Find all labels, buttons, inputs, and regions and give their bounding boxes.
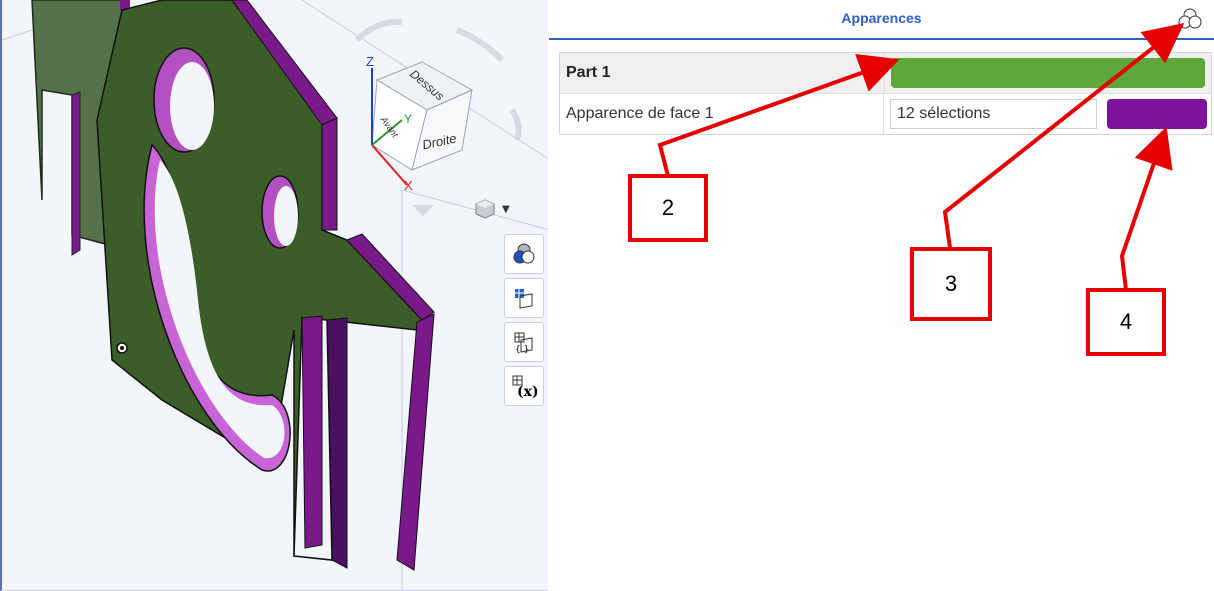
table-row[interactable]: Apparence de face 1 12 sélections	[560, 94, 1211, 134]
part-color-swatch[interactable]	[891, 58, 1205, 88]
face-color-swatch[interactable]	[1107, 99, 1207, 129]
table-row[interactable]: Part 1	[560, 53, 1211, 94]
3d-viewport[interactable]: Z X Y Dessus Avant Droite ▼ {} (x)	[0, 0, 548, 591]
axis-y-label: Y	[404, 112, 413, 126]
named-views-icon: { }	[514, 332, 533, 354]
add-appearance-button[interactable]	[1174, 7, 1202, 33]
axis-x-label: X	[404, 178, 413, 193]
appearance-table: Part 1 Apparence de face 1 12 sélections	[559, 52, 1212, 135]
axis-z-label: Z	[366, 54, 374, 69]
callout-4: 4	[1086, 288, 1166, 356]
variables-icon: (x)	[512, 375, 537, 398]
svg-text:{ }: { }	[515, 345, 529, 354]
face-appearance-name: Apparence de face 1	[560, 94, 884, 134]
panel-header: Apparences	[549, 0, 1214, 40]
variables-button[interactable]: (x)	[504, 366, 544, 406]
selection-field[interactable]: 12 sélections	[889, 99, 1098, 129]
appearance-panel-button[interactable]	[504, 234, 544, 274]
part-name: Part 1	[560, 53, 885, 93]
part-plate	[96, 0, 423, 561]
chevron-down-icon: ▼	[502, 203, 510, 215]
part-render	[2, 0, 548, 590]
panel-title: Apparences	[841, 10, 922, 26]
named-views-button[interactable]: { }	[504, 322, 544, 362]
section-view-icon	[515, 289, 533, 309]
callout-2: 2	[628, 174, 708, 242]
add-appearance-icon	[1176, 8, 1202, 31]
callout-3: 3	[910, 247, 992, 321]
section-view-button[interactable]	[504, 278, 544, 318]
view-mode-dropdown[interactable]: ▼	[474, 196, 522, 222]
svg-text:(x): (x)	[517, 384, 537, 398]
appearance-icon	[513, 243, 535, 264]
view-cube-icon	[475, 199, 495, 219]
viewport-toolbar: { } (x)	[504, 234, 544, 410]
